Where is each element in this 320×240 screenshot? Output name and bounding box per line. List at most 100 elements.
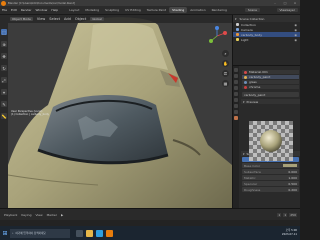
timeline-menu-view[interactable]: View [34,213,43,217]
object-tab-icon[interactable] [234,98,238,102]
material-slot[interactable]: Material.001 [242,70,299,74]
perspective-toggle-icon[interactable]: ▦ [222,80,229,87]
3d-viewport[interactable]: Object Mode View Select Add Object Globa… [8,15,232,208]
menu-file[interactable]: File [0,8,9,12]
output-tab-icon[interactable] [234,80,238,84]
tab-texture-paint[interactable]: Texture Paint [144,7,169,13]
viewport-menu-view[interactable]: View [37,17,45,21]
menu-render[interactable]: Render [19,8,34,12]
viewport-menu-select[interactable]: Select [49,17,60,21]
tab-shading[interactable]: Shading [169,7,188,13]
properties-panel: Material.001 carbody_paint glass chrome … [232,65,301,209]
view-layer-selector[interactable]: ViewLayer [276,8,298,12]
modifier-tab-icon[interactable] [234,104,238,108]
maximize-icon[interactable]: □ [280,1,290,5]
taskbar-search-box[interactable]: ⌕ 여기에 입력하여 검색하세요 [10,228,70,238]
material-slot[interactable]: carbody_paint [242,75,299,79]
file-explorer-icon[interactable] [86,229,93,237]
tab-rendering[interactable]: Rendering [209,7,230,13]
timeline-menu-marker[interactable]: Marker [46,213,58,217]
tab-sculpting[interactable]: Sculpting [102,7,122,13]
scene-selector[interactable]: Scene [244,8,260,12]
visibility-eye-icon[interactable]: ◉ [294,23,297,27]
rotate-icon[interactable]: ↻ [1,65,7,71]
subsurface-field[interactable]: Subsurface 0.000 [242,169,299,174]
blender-app-icon[interactable] [106,229,113,237]
viewport-menu-add[interactable]: Add [64,17,71,21]
minimize-icon[interactable]: – [270,1,280,5]
material-name-field[interactable]: carbody_paint [242,92,299,97]
viewport-info-overlay: User Perspective (Local) (1) Collection … [11,110,49,117]
material-slot[interactable]: chrome [242,85,299,89]
visibility-eye-icon[interactable]: ◉ [294,33,297,37]
scene-tab-icon[interactable] [234,86,238,90]
windows-start-icon[interactable]: ⊞ [0,226,10,240]
zoom-icon[interactable]: ⌕ [222,50,229,57]
menu-help[interactable]: Help [49,8,60,12]
tab-layout[interactable]: Layout [66,7,82,13]
annotate-icon[interactable]: ✎ [1,101,7,107]
material-swatch-icon [244,75,247,79]
clock-date: 2023-07-11 [281,233,297,236]
material-slot[interactable]: glass [242,80,299,84]
metallic-field[interactable]: Metallic 1.000 [242,175,299,180]
visibility-eye-icon[interactable]: ◉ [294,28,297,32]
tab-uv-editing[interactable]: UV Editing [122,7,144,13]
viewport-header: Object Mode View Select Add Object Globa… [8,15,232,23]
mesh-icon [236,33,239,36]
measure-icon[interactable]: 📏 [1,113,7,119]
end-frame-field[interactable]: 250 [289,212,297,217]
material-tab-icon[interactable] [234,116,238,120]
task-view-icon[interactable] [76,229,83,237]
start-frame-field[interactable]: 1 [283,212,288,217]
navigation-gizmo-icon[interactable] [206,25,228,47]
cursor-icon[interactable]: ⊕ [1,41,7,47]
transform-orientation-dropdown[interactable]: Global [90,17,104,21]
material-swatch-icon [244,80,247,84]
window-title: Blender [C:\Users\kim\Documents\car\mode… [8,1,75,5]
current-frame-field[interactable]: 1 [277,212,282,217]
camera-view-icon[interactable]: ⎚ [222,70,229,77]
timeline-menu-keying[interactable]: Keying [20,213,32,217]
render-tab-icon[interactable] [234,74,238,78]
tab-animation[interactable]: Animation [187,7,208,13]
taskbar-apps [76,229,113,237]
select-box-icon[interactable]: ⬚ [1,29,7,35]
outliner-row-light[interactable]: Light ◉ [233,37,300,42]
world-tab-icon[interactable] [234,92,238,96]
scale-icon[interactable]: ⤢ [1,77,7,83]
object-mode-dropdown[interactable]: Object Mode [10,17,33,21]
browser-icon[interactable] [96,229,103,237]
tool-shelf: ⬚ ⊕ ✥ ↻ ⤢ ⌖ ✎ 📏 [0,15,8,208]
base-color-field[interactable]: Base Color [242,163,299,168]
system-tray[interactable]: 오후 5:00 2023-07-11 [282,229,297,236]
blender-logo-icon [1,0,6,6]
workspace-tabs: Layout Modeling Sculpting UV Editing Tex… [66,7,230,13]
material-preview-sphere [249,121,293,161]
windows-taskbar: ⊞ ⌕ 여기에 입력하여 검색하세요 오후 5:00 2023-07-11 [0,226,300,240]
outliner-header-label: Scene Collection [239,16,265,21]
play-icon[interactable]: ▶ [60,213,64,217]
close-icon[interactable]: × [290,1,300,5]
data-tab-icon[interactable] [234,110,238,114]
outliner-panel: ▾ Scene Collection Collection ◉ Camera ◉… [232,15,300,65]
tab-modeling[interactable]: Modeling [82,7,102,13]
timeline-menu-playback[interactable]: Playback [3,213,18,217]
menu-window[interactable]: Window [34,8,50,12]
roughness-field[interactable]: Roughness 0.200 [242,187,299,192]
properties-tab-strip [233,66,239,209]
material-properties: Material.001 carbody_paint glass chrome … [240,66,301,209]
move-icon[interactable]: ✥ [1,53,7,59]
outliner-filter-icon[interactable]: ▾ [235,17,237,21]
pan-hand-icon[interactable]: ✋ [222,60,229,67]
viewport-menu-object[interactable]: Object [75,17,86,21]
light-icon [236,38,239,41]
specular-field[interactable]: Specular 0.500 [242,181,299,186]
tool-tab-icon[interactable] [234,68,238,72]
transform-icon[interactable]: ⌖ [1,89,7,95]
collection-icon [236,23,239,26]
base-color-swatch [283,164,297,167]
visibility-eye-icon[interactable]: ◉ [294,38,297,42]
menu-edit[interactable]: Edit [9,8,19,12]
search-icon: ⌕ [12,231,14,235]
